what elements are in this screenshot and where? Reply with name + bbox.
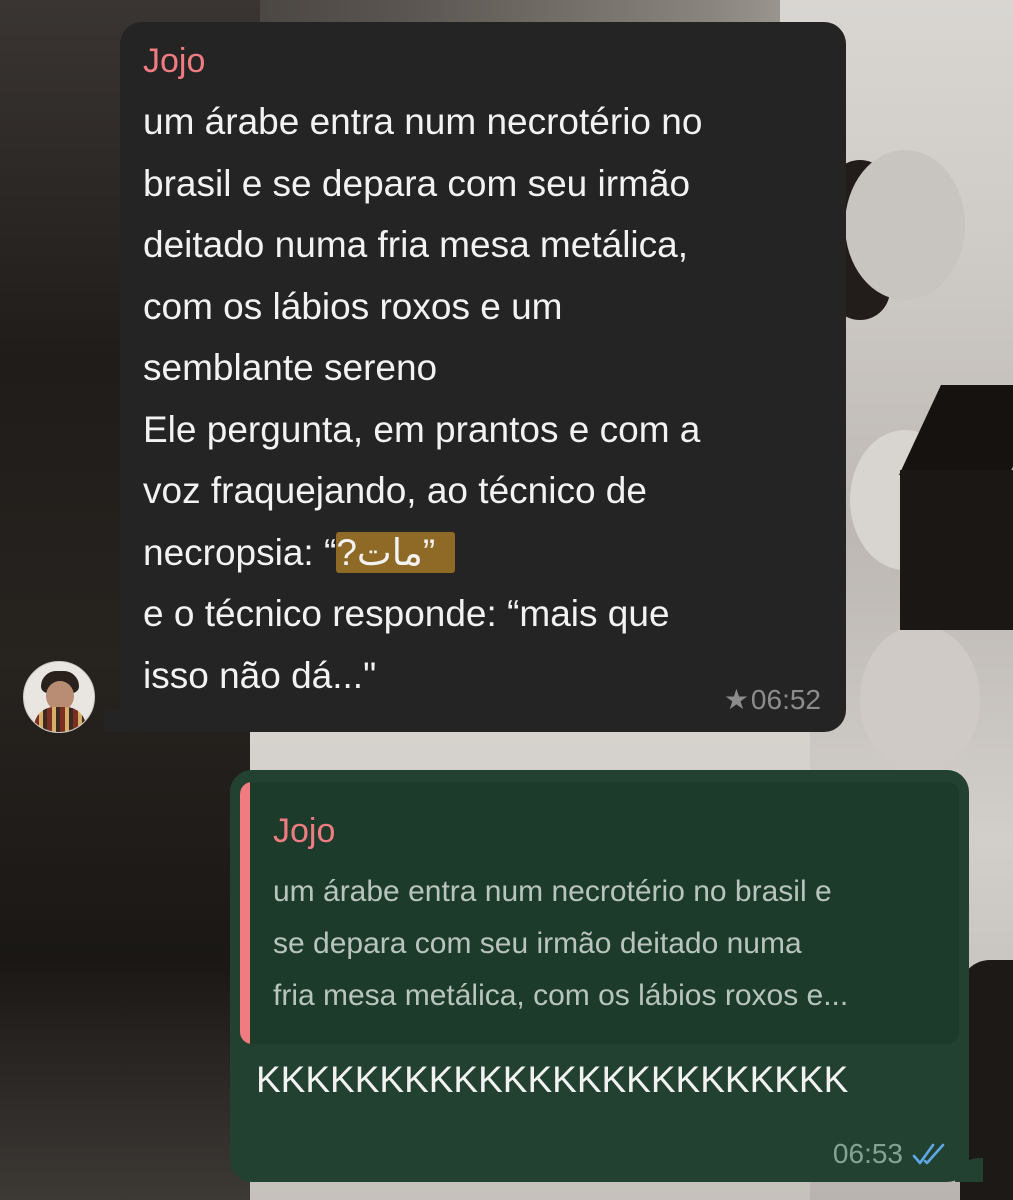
outgoing-message-bubble[interactable]: Jojo um árabe entra num necrotério no br… [230, 770, 983, 1182]
quoted-line: se depara com seu irmão deitado numa [273, 927, 802, 960]
question-suffix: ” [422, 531, 436, 573]
message-line: com os lábios roxos e um [143, 285, 563, 327]
message-line: voz fraquejando, ao técnico de [143, 470, 647, 511]
arabic-word: مات? [336, 531, 423, 573]
sender-name[interactable]: Jojo [143, 40, 822, 82]
highlighted-arabic-text: مات?” [336, 531, 456, 573]
question-prefix: necropsia: “ [143, 531, 337, 573]
quote-accent-bar [240, 782, 250, 1044]
quoted-line: um árabe entra num necrotério no brasil … [273, 875, 832, 908]
message-time: 06:52 [750, 684, 821, 715]
message-line-question: necropsia: “مات?” [143, 522, 822, 584]
quoted-sender-name: Jojo [273, 812, 336, 850]
message-line: um árabe entra num necrotério no [143, 101, 703, 142]
message-meta: ★06:52 [724, 684, 821, 716]
message-line: deitado numa fria mesa metálica, [143, 224, 688, 265]
message-line: e o técnico responde: “mais que [143, 593, 670, 634]
message-line: brasil e se depara com seu irmão [143, 162, 691, 204]
message-text: um árabe entra num necrotério no brasil … [143, 91, 822, 706]
sender-avatar[interactable] [23, 661, 95, 733]
quoted-line: fria mesa metálica, com os lábios roxos … [273, 979, 849, 1012]
quoted-reply[interactable]: Jojo um árabe entra num necrotério no br… [240, 782, 959, 1044]
incoming-message-bubble[interactable]: Jojo um árabe entra num necrotério no br… [104, 22, 846, 732]
message-line: semblante sereno [143, 347, 438, 388]
message-time: 06:53 [832, 1138, 903, 1169]
message-meta: 06:53 [833, 1138, 947, 1170]
quoted-text: um árabe entra num necrotério no brasil … [273, 866, 939, 1022]
message-line: Ele pergunta, em prantos e com a [143, 408, 701, 450]
double-check-icon [912, 1143, 945, 1165]
star-icon: ★ [723, 684, 749, 715]
message-line: isso não dá..." [143, 654, 377, 696]
reply-text: KKKKKKKKKKKKKKKKKKKKKKKK [256, 1059, 849, 1100]
